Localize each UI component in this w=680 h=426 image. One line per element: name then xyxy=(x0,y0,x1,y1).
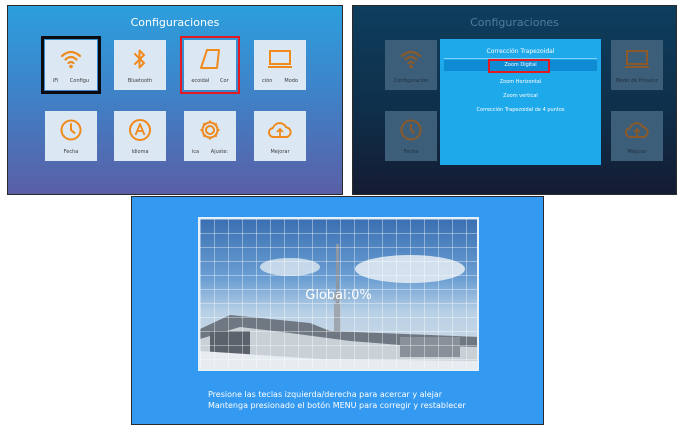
gear-icon xyxy=(184,118,236,142)
menu-item-zoom-horizontal[interactable]: Zoom Horizontal xyxy=(440,79,601,85)
tile-upgrade: Mejorar xyxy=(611,111,663,161)
settings-title: Configuraciones xyxy=(470,16,559,29)
selection-highlight xyxy=(488,59,550,73)
tile-label: Mejorar xyxy=(270,149,290,155)
tile-upgrade[interactable]: Mejorar xyxy=(254,111,306,161)
tile-projection-mode: Modo de Proyecc xyxy=(611,40,663,90)
instruction-line: Presione las teclas izquierda/derecha pa… xyxy=(208,390,443,399)
screen-icon xyxy=(611,47,663,71)
focus-frame xyxy=(41,36,101,94)
settings-screen: Configuraciones iFi Configu Bluetooth eco… xyxy=(7,5,343,195)
instruction-line: Mantenga presionado el botón MENU para c… xyxy=(208,401,466,410)
language-icon xyxy=(114,118,166,142)
settings-title: Configuraciones xyxy=(130,16,220,29)
keystone-menu-screen: Configuraciones Configuración Modo de Pr… xyxy=(352,5,677,195)
cloud-upgrade-icon xyxy=(254,118,306,142)
tile-label: Mejorar xyxy=(627,149,647,155)
tile-date[interactable]: Fecha xyxy=(45,111,97,161)
keystone-menu: Corrección Trapezoidal Zoom Digital Zoom… xyxy=(440,39,601,165)
screen-icon xyxy=(254,47,306,71)
tile-label: Configuración xyxy=(393,78,429,84)
tile-label: ción xyxy=(262,78,273,84)
tile-projection-mode[interactable]: ción Modo xyxy=(254,40,306,90)
tile-label: ica xyxy=(191,149,200,155)
tile-label: Modo xyxy=(284,78,298,84)
tile-label: Fecha xyxy=(63,149,79,155)
bluetooth-icon xyxy=(114,47,166,71)
tile-label: Ajuste: xyxy=(210,149,229,155)
preview-image: Global:0% xyxy=(198,217,479,371)
wifi-icon xyxy=(385,47,437,71)
tile-settings[interactable]: ica Ajuste: xyxy=(184,111,236,161)
tile-label: Bluetooth xyxy=(127,78,153,84)
menu-title: Corrección Trapezoidal xyxy=(486,48,555,55)
clock-icon xyxy=(45,118,97,142)
selection-highlight xyxy=(180,36,240,94)
tile-label: Modo de Proyecc xyxy=(615,78,659,84)
zoom-preview-screen: Global:0% Presione las teclas izquierda/… xyxy=(131,196,544,425)
tile-bluetooth[interactable]: Bluetooth xyxy=(114,40,166,90)
tile-date: Fecha xyxy=(385,111,437,161)
tile-wifi: Configuración xyxy=(385,40,437,90)
menu-item-keystone-4-point[interactable]: Corrección Trapezoidal de 4 puntos xyxy=(440,107,601,113)
tile-language[interactable]: Idioma xyxy=(114,111,166,161)
clock-icon xyxy=(385,118,437,142)
zoom-value-label: Global:0% xyxy=(305,288,372,303)
menu-item-zoom-vertical[interactable]: Zoom vertical xyxy=(440,93,601,99)
tile-label: Idioma xyxy=(131,149,149,155)
cloud-upgrade-icon xyxy=(611,118,663,142)
tile-label: Fecha xyxy=(403,149,419,155)
